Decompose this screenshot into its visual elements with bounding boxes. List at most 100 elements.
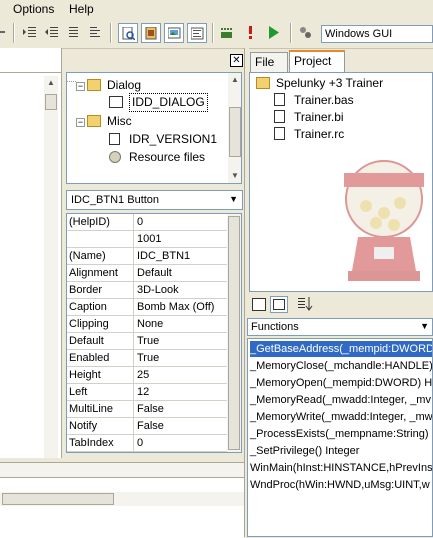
function-item[interactable]: _MemoryRead(_mwadd:Integer, _mv [250,392,431,408]
function-item[interactable]: WndProc(hWin:HWND,uMsg:UINT,w [250,477,430,493]
scroll-up-arrow[interactable]: ▲ [47,78,55,87]
property-value[interactable]: 25 [135,367,227,383]
outdent-icon[interactable] [42,23,62,43]
dropdown-arrow-icon[interactable]: ▼ [229,194,238,204]
property-row[interactable]: Border 3D-Look [67,282,227,299]
scroll-thumb[interactable] [229,107,241,157]
view-image-icon[interactable] [164,23,184,43]
property-row[interactable]: Default True [67,333,227,350]
resource-files-icon [109,151,121,163]
scroll-thumb[interactable] [45,94,57,110]
property-value[interactable]: None [135,316,227,332]
build-target-select[interactable]: Windows GUI [321,25,433,43]
property-row[interactable]: TabIndex 0 [67,435,227,452]
property-row[interactable]: Alignment Default [67,265,227,282]
toolbar-separator [290,23,292,43]
tab-file[interactable]: File [250,52,288,72]
function-item[interactable]: WinMain(hInst:HINSTANCE,hPrevIns [250,460,432,476]
property-value[interactable]: True [135,350,227,366]
tab-project[interactable]: Project [289,50,345,72]
property-name: (HelpID) [67,214,134,230]
tree-vertical-scrollbar[interactable]: ▲ ▼ [228,73,241,183]
property-value[interactable]: False [135,401,227,417]
tools-icon[interactable] [296,23,316,43]
property-name: Border [67,282,134,298]
property-name: MultiLine [67,401,134,417]
resource-tree: − Dialog IDD_DIALOG − Misc IDR_VERSION1 … [66,72,242,184]
property-value[interactable]: 0 [135,214,227,230]
property-name: (ID) [67,231,134,247]
scroll-thumb[interactable] [2,493,114,505]
dropdown-arrow-icon[interactable]: ▼ [420,321,429,331]
toolbar-edge-button[interactable] [0,23,14,43]
editor-pane[interactable]: ▲ [0,48,62,458]
property-value[interactable]: Bomb Max (Off) [135,299,227,315]
toolbar: Windows GUI [0,18,433,49]
output-horizontal-scrollbar[interactable] [0,492,244,506]
scroll-down-arrow[interactable]: ▼ [231,171,239,180]
sort-icon[interactable] [298,297,314,311]
view-details-icon[interactable] [270,296,288,313]
view-source-icon[interactable] [118,23,138,43]
compile-icon[interactable] [218,23,238,43]
folder-open-icon [256,77,270,89]
property-grid: (HelpID) 0 (ID) 1001 (Name) IDC_BTN1 Alignm… [66,213,242,453]
property-name: Caption [67,299,134,315]
menu-help[interactable]: Help [69,2,94,16]
property-row[interactable]: Caption Bomb Max (Off) [67,299,227,316]
function-item[interactable]: _SetPrivilege() Integer [250,443,359,459]
align-icon[interactable] [64,23,84,43]
view-code-icon[interactable] [187,23,207,43]
property-row[interactable]: Left 12 [67,384,227,401]
property-row[interactable]: (Name) IDC_BTN1 [67,248,227,265]
function-item[interactable]: _MemoryOpen(_mempid:DWORD) HA [250,375,432,391]
output-header [0,463,244,478]
tree-line [67,81,76,83]
property-value[interactable]: False [135,418,227,434]
property-value[interactable]: 3D-Look [135,282,227,298]
function-item[interactable]: _ProcessExists(_mempname:String) I [250,426,432,442]
editor-vertical-scrollbar[interactable]: ▲ [44,76,58,458]
expand-toggle[interactable]: − [76,118,85,127]
watermark-image [344,160,424,281]
function-item[interactable]: _MemoryWrite(_mwadd:Integer, _mw [250,409,432,425]
run-icon[interactable] [264,23,284,43]
property-value[interactable]: 0 [135,435,227,451]
property-row[interactable]: Clipping None [67,316,227,333]
output-pane[interactable] [0,462,244,538]
version-icon [109,133,120,145]
format-icon[interactable] [86,23,106,43]
indent-icon[interactable] [20,23,40,43]
toolbar-separator [212,23,214,43]
folder-icon [87,79,101,91]
property-row[interactable]: Notify False [67,418,227,435]
close-icon[interactable]: ✕ [230,54,243,67]
function-item-selected[interactable]: _GetBaseAddress(_mempid:DWORD) [250,341,432,357]
function-item[interactable]: _MemoryClose(_mchandle:HANDLE) [250,358,432,374]
view-dialog-icon[interactable] [141,23,161,43]
property-row-selected[interactable]: (ID) 1001 [67,231,227,248]
view-list-icon[interactable] [252,298,266,311]
property-name: Enabled [67,350,134,366]
property-row[interactable]: Enabled True [67,350,227,367]
property-name: Clipping [67,316,134,332]
property-row[interactable]: MultiLine False [67,401,227,418]
menu-options[interactable]: Options [13,2,54,16]
property-vertical-scrollbar[interactable] [227,214,241,452]
property-row[interactable]: Height 25 [67,367,227,384]
object-selector[interactable]: IDC_BTN1 Button ▼ [66,190,243,210]
scroll-thumb[interactable] [228,216,240,450]
property-name: Default [67,333,134,349]
functions-header[interactable]: Functions ▼ [247,318,433,336]
breakpoint-icon[interactable] [241,23,261,43]
property-row[interactable]: (HelpID) 0 [67,214,227,231]
property-value[interactable]: 1001 [135,231,227,247]
toolbar-separator [110,23,112,43]
scroll-up-arrow[interactable]: ▲ [231,75,239,84]
property-value[interactable]: IDC_BTN1 [135,248,227,264]
expand-toggle[interactable]: − [76,82,85,91]
object-selector-value: IDC_BTN1 Button [71,194,160,206]
property-value[interactable]: True [135,333,227,349]
property-value[interactable]: Default [135,265,227,281]
property-value[interactable]: 12 [135,384,227,400]
